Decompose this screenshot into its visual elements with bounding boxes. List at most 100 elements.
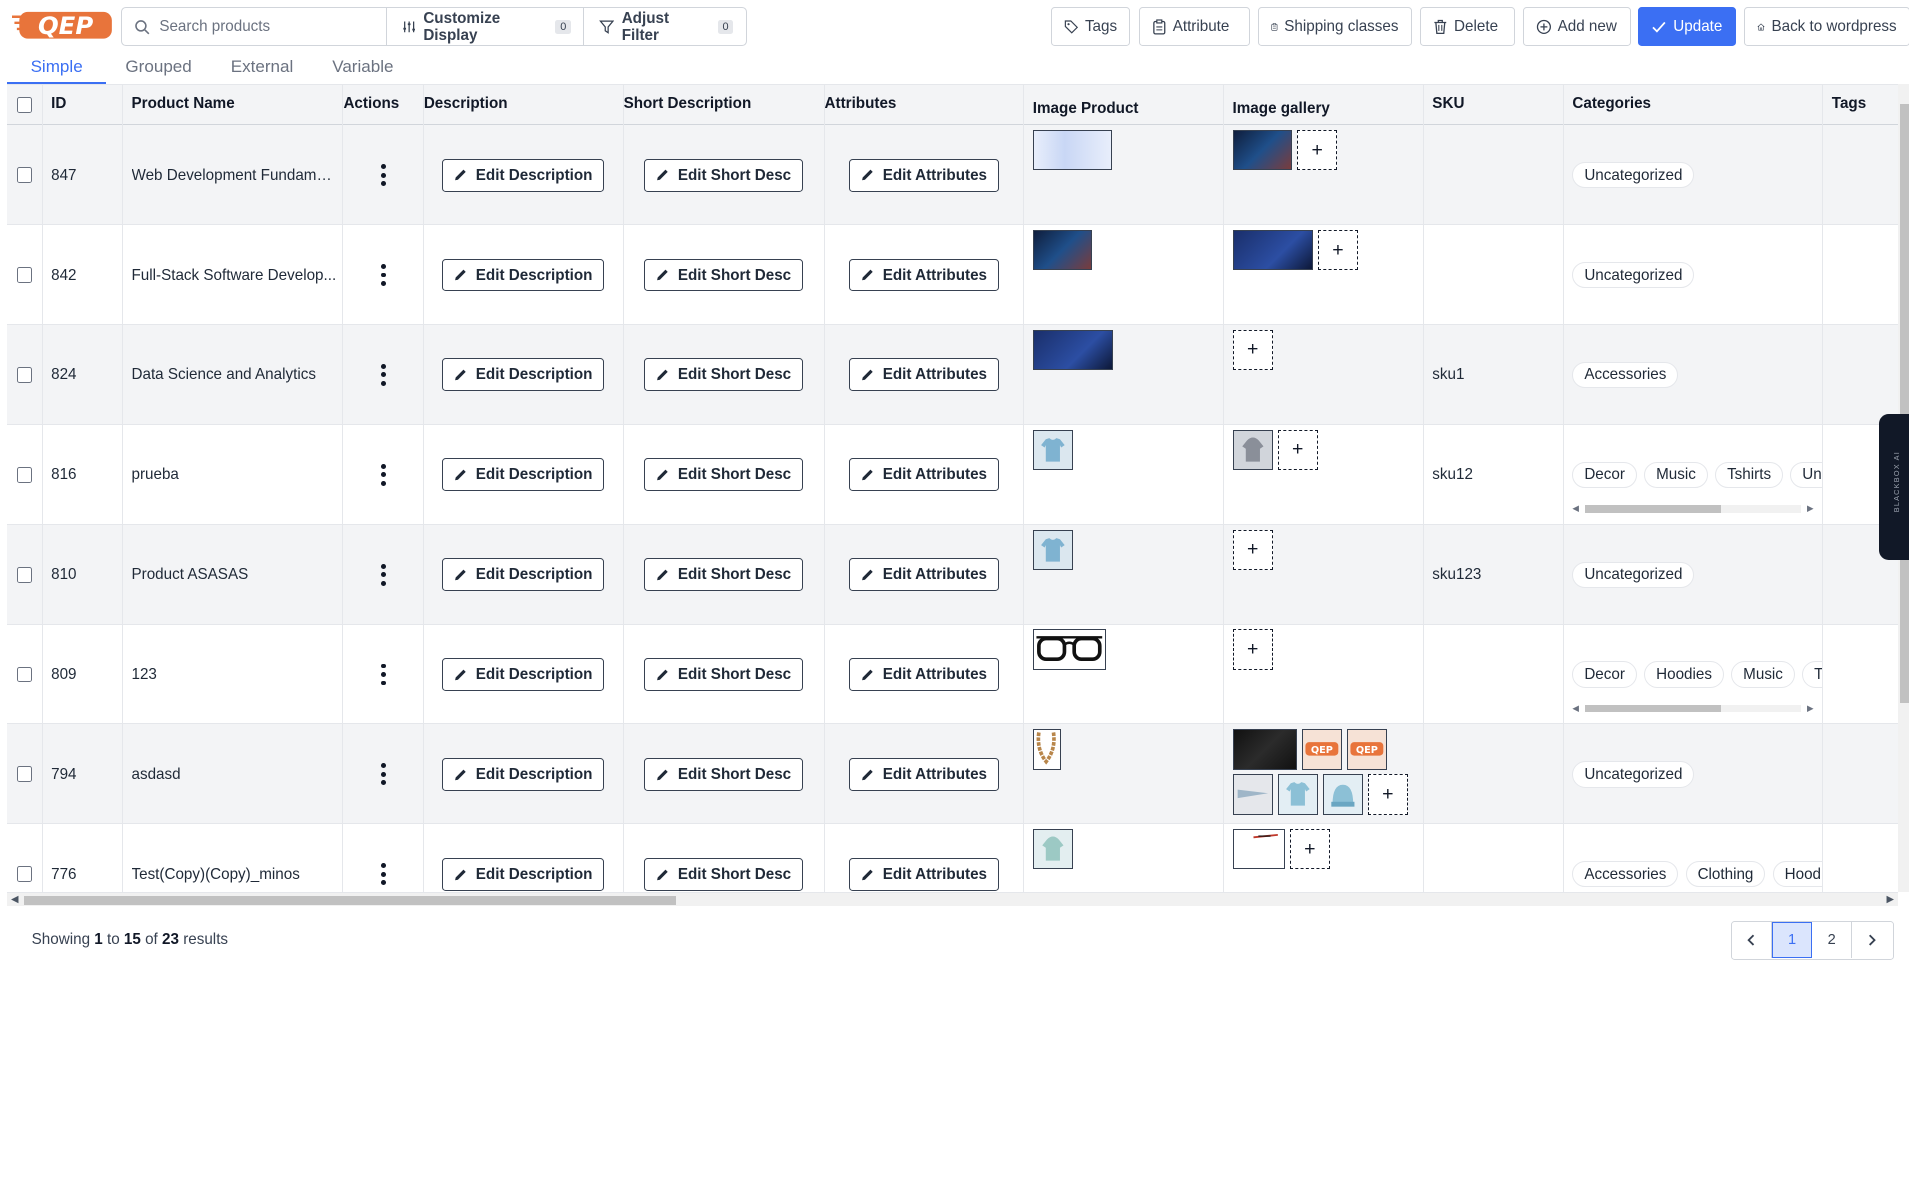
add-gallery-image-button[interactable]: + [1277,429,1318,470]
edit-short-desc-button[interactable]: Edit Short Desc [643,757,804,791]
product-image-thumbnail[interactable] [1032,529,1073,570]
back-to-wordpress-button[interactable]: Back to wordpress [1744,7,1909,47]
row-checkbox[interactable] [16,666,33,683]
edit-description-button[interactable]: Edit Description [441,358,605,392]
gallery-image-thumbnail[interactable] [1322,774,1363,815]
page-1-button[interactable]: 1 [1771,921,1813,959]
column-header-attributes[interactable]: Attributes [825,85,1025,126]
row-checkbox[interactable] [16,866,33,883]
tab-external[interactable]: External [219,56,306,84]
product-image-thumbnail[interactable] [1032,629,1106,670]
edit-description-button[interactable]: Edit Description [441,258,605,292]
edit-short-desc-button[interactable]: Edit Short Desc [643,158,804,192]
column-header-image-product[interactable]: Image Product [1024,85,1225,126]
edit-description-button[interactable]: Edit Description [441,458,605,492]
product-image-thumbnail[interactable] [1032,229,1093,271]
product-image-thumbnail[interactable] [1032,729,1061,770]
scroll-left-arrow-icon[interactable]: ◀ [11,894,19,905]
row-product-name[interactable]: Data Science and Analytics [132,366,339,383]
edit-short-desc-button[interactable]: Edit Short Desc [643,258,804,292]
edit-attributes-button[interactable]: Edit Attributes [848,358,999,392]
add-new-button[interactable]: Add new [1522,7,1631,47]
kebab-menu-icon[interactable] [371,760,395,789]
column-header-actions[interactable]: Actions [343,85,424,126]
tab-variable[interactable]: Variable [320,56,406,84]
edit-attributes-button[interactable]: Edit Attributes [848,458,999,492]
attribute-button[interactable]: Attribute [1138,7,1250,47]
edit-description-button[interactable]: Edit Description [441,757,605,791]
kebab-menu-icon[interactable] [371,260,395,289]
edit-description-button[interactable]: Edit Description [441,158,605,192]
categories-scrollbar[interactable]: ◀ ▶ [1572,703,1813,714]
categories-scrollbar[interactable]: ◀ ▶ [1572,503,1813,514]
column-header-description[interactable]: Description [424,85,624,126]
gallery-image-thumbnail[interactable] [1232,429,1273,470]
next-page-button[interactable] [1852,921,1893,959]
column-header-tags[interactable]: Tags [1823,85,1899,126]
gallery-image-thumbnail[interactable] [1232,729,1298,770]
row-product-name[interactable]: 123 [132,666,339,683]
edit-attributes-button[interactable]: Edit Attributes [848,757,999,791]
column-header-product-name[interactable]: Product Name [123,85,344,126]
row-product-name[interactable]: Web Development Fundamen... [132,167,339,184]
add-gallery-image-button[interactable]: + [1367,774,1408,815]
previous-page-button[interactable] [1731,921,1772,959]
customize-display-button[interactable]: Customize Display 0 [387,8,585,46]
gallery-image-thumbnail[interactable] [1232,829,1285,870]
product-image-thumbnail[interactable] [1032,429,1073,470]
product-image-thumbnail[interactable] [1032,130,1112,171]
kebab-menu-icon[interactable] [371,460,395,489]
add-gallery-image-button[interactable]: + [1232,329,1273,371]
edit-attributes-button[interactable]: Edit Attributes [848,558,999,592]
row-product-name[interactable]: Full-Stack Software Develop... [132,267,339,284]
row-checkbox[interactable] [16,466,33,483]
row-checkbox[interactable] [16,366,33,383]
edit-attributes-button[interactable]: Edit Attributes [848,258,999,292]
select-all-checkbox[interactable] [16,97,33,114]
add-gallery-image-button[interactable]: + [1232,529,1273,570]
add-gallery-image-button[interactable]: + [1317,229,1358,271]
tab-grouped[interactable]: Grouped [113,56,204,84]
gallery-image-thumbnail[interactable]: QEP [1301,729,1343,770]
column-header-image-gallery[interactable]: Image gallery [1224,85,1424,126]
scroll-right-arrow-icon[interactable]: ▶ [1886,894,1894,905]
kebab-menu-icon[interactable] [371,560,395,589]
blackbox-side-widget[interactable]: BLACKBOX AI [1879,414,1909,561]
search-input[interactable] [159,18,367,36]
product-image-thumbnail[interactable] [1032,829,1073,870]
product-image-thumbnail[interactable] [1032,329,1114,371]
edit-attributes-button[interactable]: Edit Attributes [848,158,999,192]
row-checkbox[interactable] [16,566,33,583]
row-product-name[interactable]: Test(Copy)(Copy)_minos [132,866,339,883]
edit-attributes-button[interactable]: Edit Attributes [848,857,999,891]
column-header-id[interactable]: ID [43,85,123,126]
row-checkbox[interactable] [16,766,33,783]
adjust-filter-button[interactable]: Adjust Filter 0 [584,8,745,45]
horizontal-scroll-thumb[interactable] [24,896,676,905]
edit-description-button[interactable]: Edit Description [441,658,605,691]
add-gallery-image-button[interactable]: + [1297,130,1338,171]
add-gallery-image-button[interactable]: + [1232,629,1273,670]
row-checkbox[interactable] [16,267,33,283]
edit-short-desc-button[interactable]: Edit Short Desc [643,558,804,592]
kebab-menu-icon[interactable] [371,360,395,389]
row-product-name[interactable]: prueba [132,466,339,483]
update-button[interactable]: Update [1638,7,1736,47]
tab-simple[interactable]: Simple [7,56,106,85]
add-gallery-image-button[interactable]: + [1289,829,1330,870]
gallery-image-thumbnail[interactable] [1232,774,1273,815]
gallery-image-thumbnail[interactable] [1277,774,1318,815]
row-checkbox[interactable] [16,167,33,184]
row-product-name[interactable]: asdasd [132,766,339,783]
gallery-image-thumbnail[interactable] [1232,229,1313,271]
table-horizontal-scrollbar[interactable]: ◀ ▶ [7,891,1898,907]
kebab-menu-icon[interactable] [371,161,395,190]
vertical-scroll-thumb[interactable] [1900,103,1909,703]
gallery-image-thumbnail[interactable]: QEP [1347,729,1388,770]
column-header-sku[interactable]: SKU [1424,85,1564,126]
row-product-name[interactable]: Product ASASAS [132,566,339,583]
column-header-short-description[interactable]: Short Description [624,85,825,126]
edit-description-button[interactable]: Edit Description [441,857,605,891]
kebab-menu-icon[interactable] [371,660,395,689]
shipping-classes-button[interactable]: Shipping classes [1258,7,1412,47]
